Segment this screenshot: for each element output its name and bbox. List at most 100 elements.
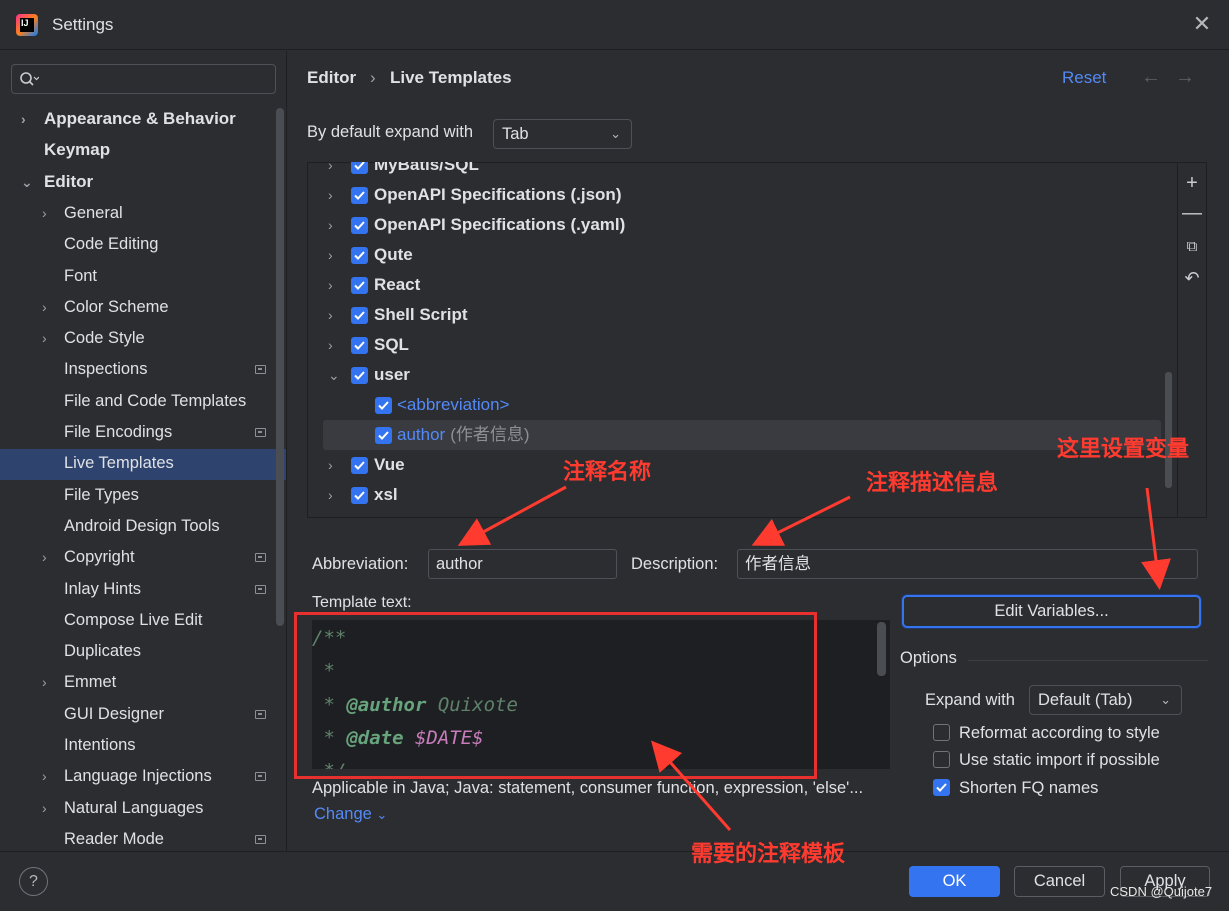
template-group[interactable]: › React <box>328 270 1158 300</box>
sidebar-item[interactable]: › Code Style <box>42 323 145 353</box>
template-item[interactable]: author (作者信息) <box>328 420 1158 450</box>
reformat-checkbox[interactable] <box>933 724 950 741</box>
template-group[interactable]: › Shell Script <box>328 300 1158 330</box>
sidebar-item[interactable]: › Emmet <box>42 667 116 697</box>
chevron-right-icon[interactable]: › <box>42 761 56 791</box>
sidebar-item[interactable]: GUI Designer <box>64 699 164 729</box>
static-import-checkbox[interactable] <box>933 751 950 768</box>
description-input[interactable]: 作者信息 <box>737 549 1198 579</box>
template-group[interactable]: › MyBatis/SQL <box>328 162 1158 180</box>
check-icon <box>354 221 365 230</box>
sidebar-item[interactable]: Compose Live Edit <box>64 605 203 635</box>
sidebar-item[interactable]: Reader Mode <box>64 824 164 854</box>
restore-icon[interactable]: ↶ <box>1180 266 1204 290</box>
add-icon[interactable]: + <box>1180 171 1204 195</box>
template-label: MyBatis/SQL <box>374 162 479 180</box>
template-checkbox[interactable] <box>351 162 368 174</box>
template-group[interactable]: › Vue <box>328 450 1158 480</box>
chevron-right-icon[interactable]: › <box>42 667 56 697</box>
template-group[interactable]: › OpenAPI Specifications (.yaml) <box>328 210 1158 240</box>
breadcrumb-parent[interactable]: Editor <box>307 68 356 88</box>
page-title: Live Templates <box>390 68 512 87</box>
reset-link[interactable]: Reset <box>1062 68 1106 88</box>
sidebar-scrollbar[interactable] <box>276 108 284 626</box>
chevron-right-icon[interactable]: › <box>328 240 333 270</box>
sidebar-item[interactable]: Intentions <box>64 730 136 760</box>
chevron-right-icon[interactable]: › <box>42 198 56 228</box>
sidebar-item[interactable]: › Copyright <box>42 542 135 572</box>
sidebar-item[interactable]: Keymap <box>44 135 110 165</box>
sidebar-item[interactable]: Inlay Hints <box>64 574 141 604</box>
template-group[interactable]: › Qute <box>328 240 1158 270</box>
chevron-right-icon[interactable]: › <box>328 480 333 510</box>
chevron-down-icon[interactable]: ⌄ <box>21 167 35 197</box>
chevron-right-icon[interactable]: › <box>328 450 333 480</box>
editor-scrollbar[interactable] <box>877 622 886 676</box>
template-group[interactable]: › SQL <box>328 330 1158 360</box>
sidebar-item[interactable]: File Types <box>64 480 139 510</box>
sidebar-item[interactable]: Code Editing <box>64 229 158 259</box>
sidebar-item[interactable]: Duplicates <box>64 636 141 666</box>
templates-scrollbar[interactable] <box>1165 372 1172 488</box>
chevron-right-icon[interactable]: › <box>21 104 35 134</box>
chevron-right-icon[interactable]: › <box>328 330 333 360</box>
chevron-right-icon[interactable]: › <box>328 180 333 210</box>
close-icon[interactable]: ✕ <box>1190 12 1214 36</box>
template-checkbox[interactable] <box>351 337 368 354</box>
abbreviation-input[interactable]: author <box>428 549 617 579</box>
template-checkbox[interactable] <box>351 487 368 504</box>
chevron-down-icon[interactable]: ⌄ <box>328 360 340 390</box>
sidebar-item[interactable]: File Encodings <box>64 417 172 447</box>
sidebar-item[interactable]: Font <box>64 261 97 291</box>
template-checkbox[interactable] <box>351 307 368 324</box>
template-checkbox[interactable] <box>375 397 392 414</box>
sidebar-item[interactable]: › Natural Languages <box>42 793 203 823</box>
shorten-fq-label: Shorten FQ names <box>959 779 1099 797</box>
cancel-button[interactable]: Cancel <box>1014 866 1105 897</box>
default-expand-select[interactable]: Tab ⌄ <box>493 119 632 149</box>
forward-arrow-icon[interactable]: → <box>1175 66 1195 89</box>
sidebar-item[interactable]: › General <box>42 198 123 228</box>
copy-icon[interactable]: ⧉ <box>1180 235 1204 259</box>
sidebar-item-label: Intentions <box>64 736 136 754</box>
sidebar-item[interactable]: ⌄ Editor <box>21 167 93 197</box>
sidebar-item[interactable]: › Appearance & Behavior <box>21 104 236 134</box>
sidebar-item[interactable]: Live Templates <box>64 448 174 478</box>
remove-icon[interactable]: — <box>1180 201 1204 225</box>
sidebar-item[interactable]: Inspections <box>64 354 147 384</box>
chevron-right-icon[interactable]: › <box>42 542 56 572</box>
template-checkbox[interactable] <box>351 277 368 294</box>
template-group[interactable]: › OpenAPI Specifications (.json) <box>328 180 1158 210</box>
chevron-right-icon[interactable]: › <box>328 300 333 330</box>
chevron-right-icon[interactable]: › <box>42 292 56 322</box>
chevron-right-icon[interactable]: › <box>328 210 333 240</box>
watermark: CSDN @Quijote7 <box>1110 884 1213 899</box>
check-icon <box>354 311 365 320</box>
chevron-right-icon[interactable]: › <box>328 162 333 180</box>
expand-with-select[interactable]: Default (Tab) ⌄ <box>1029 685 1182 715</box>
template-checkbox[interactable] <box>351 247 368 264</box>
back-arrow-icon[interactable]: ← <box>1141 66 1161 89</box>
sidebar-item-label: Duplicates <box>64 642 142 660</box>
ok-button[interactable]: OK <box>909 866 1000 897</box>
template-checkbox[interactable] <box>351 457 368 474</box>
chevron-right-icon[interactable]: › <box>328 270 333 300</box>
template-group[interactable]: ⌄ user <box>328 360 1158 390</box>
search-input[interactable] <box>11 64 276 94</box>
help-button[interactable]: ? <box>19 867 48 896</box>
edit-variables-button[interactable]: Edit Variables... <box>902 595 1201 628</box>
sidebar-item[interactable]: › Color Scheme <box>42 292 169 322</box>
template-checkbox[interactable] <box>351 187 368 204</box>
template-group[interactable]: › xsl <box>328 480 1158 510</box>
sidebar-item[interactable]: › Language Injections <box>42 761 212 791</box>
sidebar-item[interactable]: File and Code Templates <box>64 386 246 416</box>
chevron-right-icon[interactable]: › <box>42 323 56 353</box>
chevron-right-icon[interactable]: › <box>42 793 56 823</box>
template-checkbox[interactable] <box>351 367 368 384</box>
template-checkbox[interactable] <box>351 217 368 234</box>
sidebar-item[interactable]: Android Design Tools <box>64 511 220 541</box>
shorten-fq-checkbox[interactable] <box>933 779 950 796</box>
template-checkbox[interactable] <box>375 427 392 444</box>
change-link[interactable]: Change ⌄ <box>314 805 387 824</box>
template-item[interactable]: <abbreviation> <box>328 390 1158 420</box>
